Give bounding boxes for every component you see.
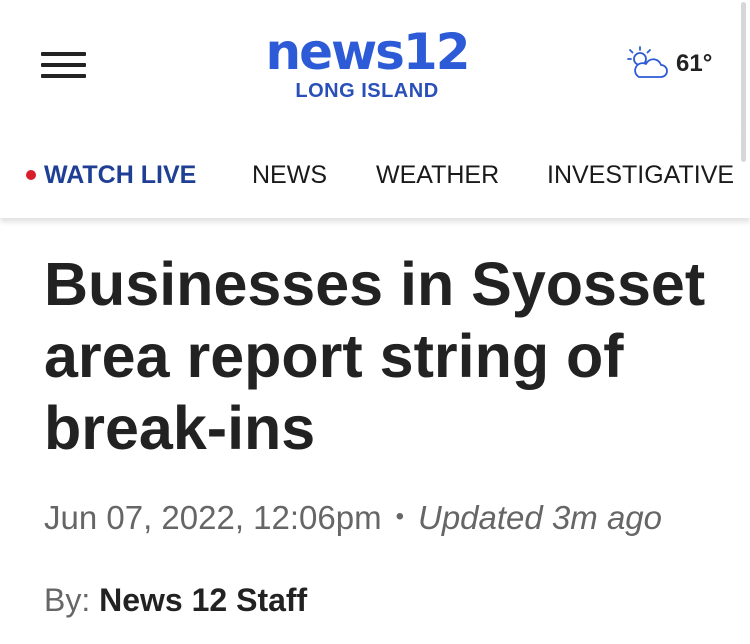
nav-watch-live[interactable]: WATCH LIVE [26, 160, 196, 190]
byline-author[interactable]: News 12 Staff [99, 582, 307, 618]
publish-date: Jun 07, 2022, 12:06pm [44, 499, 382, 536]
menu-icon-bar [41, 74, 86, 78]
scrollbar[interactable] [741, 2, 746, 162]
byline-prefix: By: [44, 582, 91, 618]
nav-investigative[interactable]: INVESTIGATIVE [547, 160, 734, 190]
live-indicator-dot [26, 170, 36, 180]
article-byline: By: News 12 Staff [44, 580, 307, 620]
nav-weather[interactable]: WEATHER [376, 160, 499, 190]
menu-icon-bar [41, 52, 86, 56]
temperature-label: 61° [676, 50, 713, 77]
menu-icon-bar [41, 63, 86, 67]
site-logo[interactable]: news12 LONG ISLAND [262, 26, 472, 102]
nav-watch-live-label: WATCH LIVE [44, 161, 197, 189]
section-nav: WATCH LIVE NEWS WEATHER INVESTIGATIVE [0, 130, 750, 218]
menu-icon[interactable] [41, 52, 86, 80]
logo-wordmark: news12 [265, 23, 470, 81]
logo-region: LONG ISLAND [295, 80, 439, 102]
page: news12 LONG ISLAND 61° WATCH LIVE NEWS W… [0, 0, 750, 644]
article-headline: Businesses in Syosset area report string… [44, 250, 706, 462]
article-meta: Jun 07, 2022, 12:06pm • Updated 3m ago [44, 498, 662, 540]
partly-cloudy-icon [627, 46, 668, 78]
weather-widget[interactable]: 61° [626, 44, 712, 84]
nav-news[interactable]: NEWS [252, 160, 327, 190]
updated-time: Updated 3m ago [418, 499, 663, 536]
site-header: news12 LONG ISLAND 61° [0, 0, 750, 130]
meta-separator: • [395, 503, 404, 531]
